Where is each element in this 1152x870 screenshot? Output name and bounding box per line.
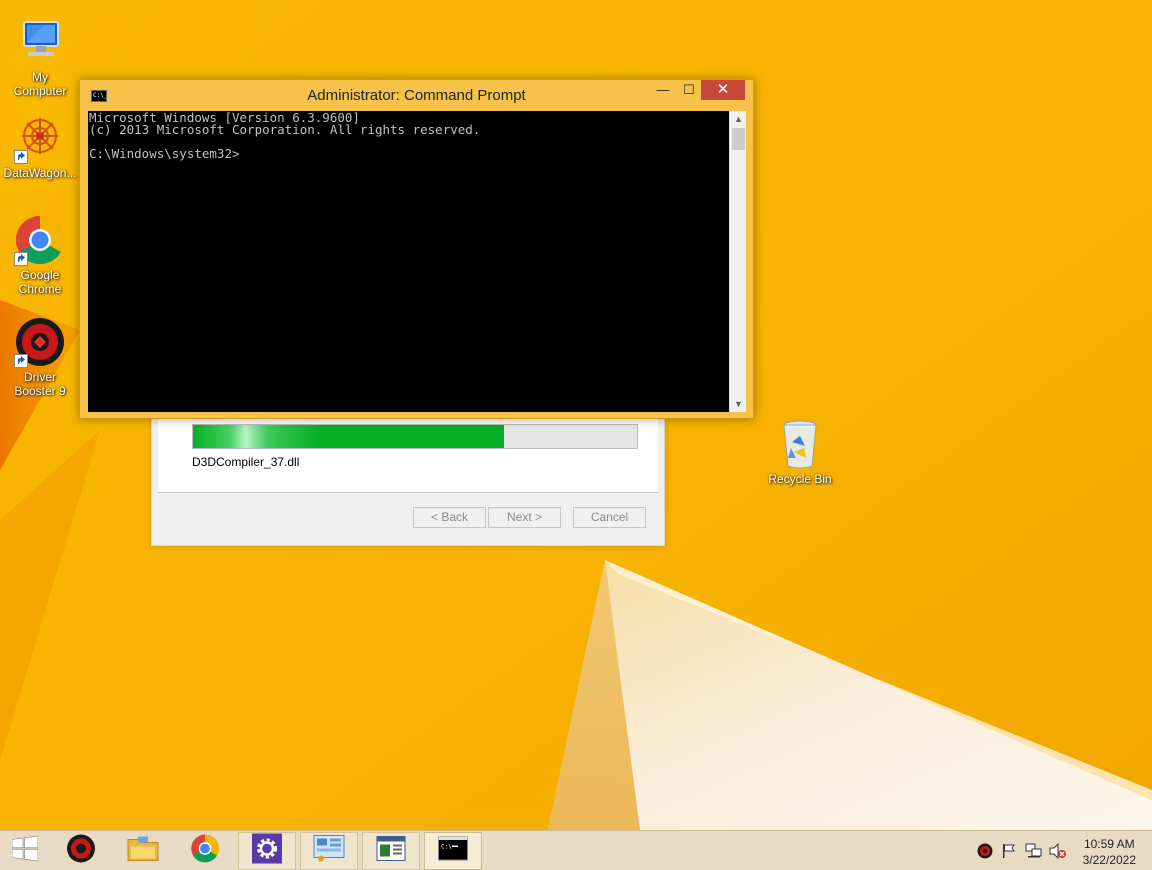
taskbar-driver-booster[interactable] bbox=[52, 832, 110, 870]
folder-icon bbox=[127, 835, 159, 868]
control-panel-icon bbox=[313, 835, 345, 868]
driver-booster-icon bbox=[66, 834, 96, 869]
install-progress-fill bbox=[193, 425, 504, 448]
desktop-icon-label: DataWagon... bbox=[3, 166, 77, 180]
scroll-up-arrow-icon[interactable]: ▲ bbox=[730, 111, 747, 127]
taskbar-settings[interactable] bbox=[238, 832, 296, 870]
shortcut-arrow-icon bbox=[14, 354, 28, 368]
next-button[interactable]: Next > bbox=[488, 507, 561, 528]
scroll-down-arrow-icon[interactable]: ▼ bbox=[730, 396, 747, 412]
start-button[interactable] bbox=[0, 832, 50, 870]
window-app-icon bbox=[376, 836, 406, 867]
my-computer-icon bbox=[14, 16, 66, 68]
taskbar-clock[interactable]: 10:59 AM 3/22/2022 bbox=[1083, 836, 1136, 868]
scroll-thumb[interactable] bbox=[732, 128, 745, 150]
cmd-title-bar[interactable]: C:\_ Administrator: Command Prompt — ☐ ✕ bbox=[80, 80, 753, 110]
close-button[interactable]: ✕ bbox=[701, 80, 745, 100]
datawagon-icon bbox=[14, 112, 66, 164]
taskbar-google-chrome[interactable] bbox=[176, 832, 234, 870]
driver-booster-tray-icon[interactable] bbox=[977, 843, 993, 864]
desktop-icon-label: Booster 9 bbox=[14, 384, 66, 398]
desktop-icon-google-chrome[interactable]: Google Chrome bbox=[0, 214, 80, 296]
desktop-icon-label: Computer bbox=[13, 84, 67, 98]
chrome-icon bbox=[14, 214, 66, 266]
taskbar-command-prompt[interactable]: C:\ bbox=[424, 832, 482, 870]
system-tray bbox=[975, 831, 1067, 870]
minimize-button[interactable]: — bbox=[650, 80, 676, 100]
shortcut-arrow-icon bbox=[14, 150, 28, 164]
volume-muted-icon[interactable] bbox=[1049, 842, 1067, 864]
back-button[interactable]: < Back bbox=[413, 507, 486, 528]
desktop-icon-datawagon[interactable]: DataWagon... bbox=[0, 112, 80, 180]
recycle-bin-icon bbox=[774, 418, 826, 470]
current-file-label: D3DCompiler_37.dll bbox=[192, 455, 300, 469]
driver-booster-icon bbox=[14, 316, 66, 368]
desktop-icon-label: My bbox=[32, 70, 48, 84]
desktop-icon-driver-booster[interactable]: Driver Booster 9 bbox=[0, 316, 80, 398]
clock-date: 3/22/2022 bbox=[1082, 853, 1136, 867]
taskbar-control-panel[interactable] bbox=[300, 832, 358, 870]
taskbar-setup-window[interactable] bbox=[362, 832, 420, 870]
network-icon[interactable] bbox=[1025, 843, 1043, 864]
cancel-button[interactable]: Cancel bbox=[573, 507, 646, 528]
desktop-icon-label: Google bbox=[20, 268, 60, 282]
desktop-icon-recycle-bin[interactable]: Recycle Bin bbox=[760, 418, 840, 486]
flag-icon[interactable] bbox=[1001, 843, 1017, 864]
taskbar-file-explorer[interactable] bbox=[114, 832, 172, 870]
vertical-scrollbar[interactable]: ▲ ▼ bbox=[729, 111, 746, 412]
desktop-icon-my-computer[interactable]: My Computer bbox=[0, 16, 80, 98]
maximize-button[interactable]: ☐ bbox=[676, 80, 702, 100]
wizard-divider bbox=[158, 492, 658, 493]
windows-logo-icon bbox=[11, 835, 39, 867]
wizard-content-area: D3DCompiler_37.dll bbox=[158, 419, 658, 492]
svg-text:C:\: C:\ bbox=[441, 844, 452, 851]
console-output[interactable]: Microsoft Windows [Version 6.3.9600] (c)… bbox=[88, 111, 729, 412]
desktop-icon-label: Driver bbox=[24, 370, 56, 384]
setup-wizard-window[interactable]: D3DCompiler_37.dll < Back Next > Cancel bbox=[151, 418, 665, 546]
gear-icon bbox=[252, 833, 282, 869]
taskbar: C:\ 10:59 AM 3/22/2022 bbox=[0, 830, 1152, 870]
command-prompt-window[interactable]: C:\_ Administrator: Command Prompt — ☐ ✕… bbox=[79, 79, 754, 419]
install-progress-bar bbox=[192, 424, 638, 449]
desktop-icon-label: Chrome bbox=[18, 282, 62, 296]
desktop-icon-label: Recycle Bin bbox=[768, 472, 832, 486]
chrome-icon bbox=[190, 834, 220, 869]
clock-time: 10:59 AM bbox=[1083, 837, 1135, 851]
cmd-icon: C:\ bbox=[438, 836, 468, 866]
shortcut-arrow-icon bbox=[14, 252, 28, 266]
